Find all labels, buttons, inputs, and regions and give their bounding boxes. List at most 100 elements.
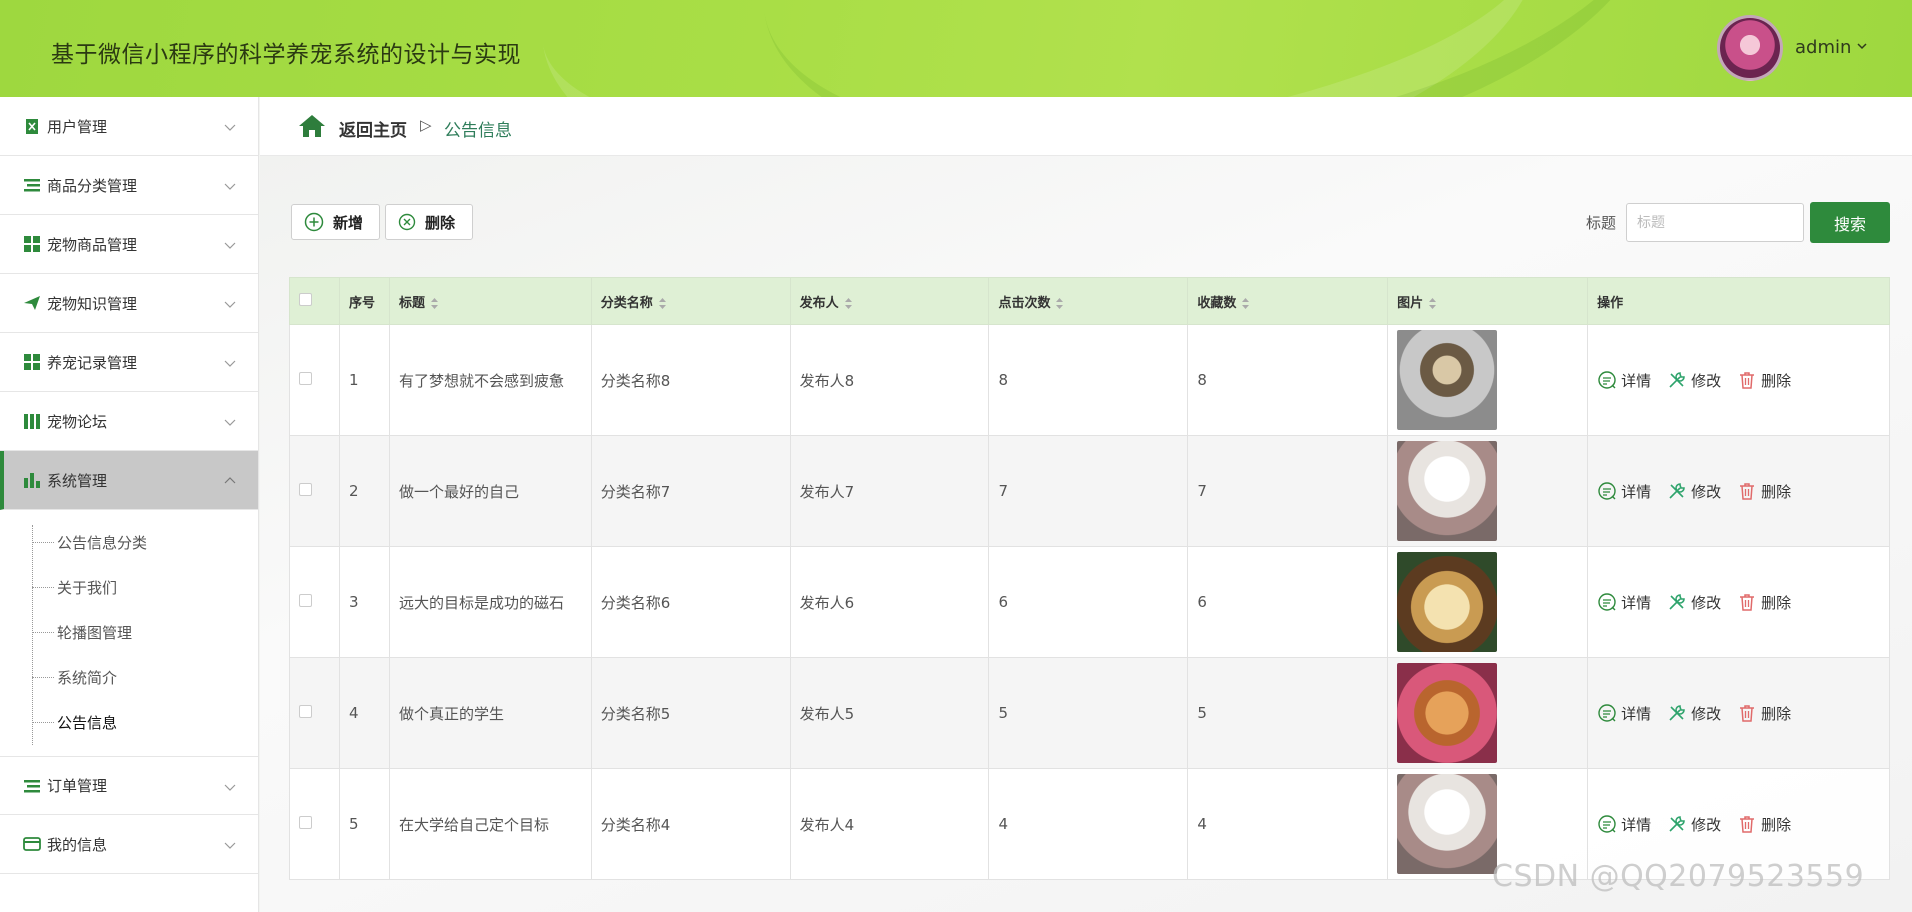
table-row[interactable]: 3 远大的目标是成功的磁石 分类名称6 发布人6 6 6 详情 修改 删除 xyxy=(289,546,1890,658)
detail-label: 详情 xyxy=(1621,593,1652,612)
row-delete-button[interactable]: 删除 xyxy=(1737,703,1791,724)
column-header-publisher[interactable]: 发布人 xyxy=(789,277,990,325)
cell-clicks: 7 xyxy=(988,435,1189,547)
sort-icon[interactable] xyxy=(430,297,438,309)
tools-icon xyxy=(1669,483,1685,499)
table-row[interactable]: 2 做一个最好的自己 分类名称7 发布人7 7 7 详情 修改 删除 xyxy=(289,435,1890,547)
table-row[interactable]: 4 做个真正的学生 分类名称5 发布人5 5 5 详情 修改 删除 xyxy=(289,657,1890,769)
chevron-down-icon xyxy=(224,183,236,190)
avatar[interactable] xyxy=(1717,15,1783,81)
row-checkbox[interactable] xyxy=(299,816,312,829)
chevron-down-icon[interactable] xyxy=(1856,40,1868,52)
sidebar-item-order-management[interactable]: 订单管理 xyxy=(0,756,258,815)
cell-title: 做个真正的学生 xyxy=(388,657,592,769)
bar-chart-icon xyxy=(24,473,40,488)
chevron-down-icon xyxy=(224,242,236,249)
sort-icon[interactable] xyxy=(1429,297,1437,309)
row-delete-button[interactable]: 删除 xyxy=(1737,814,1791,835)
edit-button[interactable]: 修改 xyxy=(1667,703,1721,724)
sidebar-item-my-info[interactable]: 我的信息 xyxy=(0,815,258,874)
detail-button[interactable]: 详情 xyxy=(1597,703,1651,724)
sort-icon[interactable] xyxy=(844,297,852,309)
breadcrumb-home-link[interactable]: 返回主页 xyxy=(339,116,407,141)
send-icon xyxy=(24,296,40,310)
pet-thumbnail[interactable] xyxy=(1397,552,1498,652)
sidebar-item-pet-knowledge[interactable]: 宠物知识管理 xyxy=(0,274,258,333)
chevron-up-icon xyxy=(224,477,236,484)
row-select-cell xyxy=(289,768,340,880)
submenu-item-about-us[interactable]: 关于我们 xyxy=(32,576,232,598)
row-delete-button[interactable]: 删除 xyxy=(1737,370,1791,391)
sidebar-item-label: 系统管理 xyxy=(47,471,108,490)
cell-no: 2 xyxy=(338,435,390,547)
search-button[interactable]: 搜索 xyxy=(1810,202,1890,243)
sidebar-item-pet-goods[interactable]: 宠物商品管理 xyxy=(0,215,258,274)
sort-icon[interactable] xyxy=(1056,297,1064,309)
sort-icon[interactable] xyxy=(658,297,666,309)
edit-button[interactable]: 修改 xyxy=(1667,370,1721,391)
cell-title: 远大的目标是成功的磁石 xyxy=(388,546,592,658)
edit-button[interactable]: 修改 xyxy=(1667,592,1721,613)
edit-button[interactable]: 修改 xyxy=(1667,814,1721,835)
pet-thumbnail[interactable] xyxy=(1397,663,1498,763)
table-row[interactable]: 1 有了梦想就不会感到疲惫 分类名称8 发布人8 8 8 详情 修改 删除 xyxy=(289,324,1890,436)
sidebar-item-pet-forum[interactable]: 宠物论坛 xyxy=(0,392,258,451)
submenu-item-system-intro[interactable]: 系统简介 xyxy=(32,666,232,688)
breadcrumb: 返回主页 ▷ 公告信息 xyxy=(260,97,1912,156)
column-header-no: 序号 xyxy=(338,277,390,325)
sidebar-item-label: 我的信息 xyxy=(47,835,108,854)
top-header: 基于微信小程序的科学养宠系统的设计与实现 admin xyxy=(0,0,1912,97)
edit-button[interactable]: 修改 xyxy=(1667,481,1721,502)
sidebar-item-category-management[interactable]: 商品分类管理 xyxy=(0,156,258,215)
row-checkbox[interactable] xyxy=(299,705,312,718)
submenu-item-carousel[interactable]: 轮播图管理 xyxy=(32,621,232,643)
cell-favorites: 6 xyxy=(1187,546,1389,658)
app-title: 基于微信小程序的科学养宠系统的设计与实现 xyxy=(51,42,521,68)
submenu-item-notice-info[interactable]: 公告信息 xyxy=(32,711,232,733)
edit-label: 修改 xyxy=(1691,371,1722,390)
add-button[interactable]: 新增 xyxy=(291,204,380,240)
column-header-favorites[interactable]: 收藏数 xyxy=(1187,277,1389,325)
detail-button[interactable]: 详情 xyxy=(1597,370,1651,391)
row-delete-button[interactable]: 删除 xyxy=(1737,592,1791,613)
select-all-checkbox[interactable] xyxy=(299,292,312,306)
search-input[interactable] xyxy=(1626,203,1804,242)
submenu-item-notice-category[interactable]: 公告信息分类 xyxy=(32,531,232,553)
pet-thumbnail[interactable] xyxy=(1397,774,1498,874)
column-header-image[interactable]: 图片 xyxy=(1387,277,1589,325)
column-header-clicks[interactable]: 点击次数 xyxy=(988,277,1189,325)
row-select-cell xyxy=(289,657,340,769)
cell-favorites: 4 xyxy=(1187,768,1389,880)
sort-icon[interactable] xyxy=(1242,297,1250,309)
sidebar-item-user-management[interactable]: 用户管理 xyxy=(0,97,258,156)
cell-category: 分类名称4 xyxy=(590,768,791,880)
cell-actions: 详情 修改 删除 xyxy=(1587,324,1890,436)
column-header-title[interactable]: 标题 xyxy=(388,277,592,325)
detail-button[interactable]: 详情 xyxy=(1597,481,1651,502)
search-label: 标题 xyxy=(1586,214,1617,232)
row-select-cell xyxy=(289,435,340,547)
delete-label: 删除 xyxy=(1761,815,1792,834)
row-checkbox[interactable] xyxy=(299,372,312,385)
pet-thumbnail[interactable] xyxy=(1397,441,1498,541)
home-icon[interactable] xyxy=(298,114,326,138)
delete-button[interactable]: 删除 xyxy=(385,204,473,240)
grid-icon xyxy=(24,236,40,252)
main-content: 返回主页 ▷ 公告信息 新增 删除 标题 搜索 序号 标题 分类名称 发布人 点… xyxy=(260,97,1912,912)
row-delete-button[interactable]: 删除 xyxy=(1737,481,1791,502)
cell-image xyxy=(1387,324,1589,436)
pet-thumbnail[interactable] xyxy=(1397,330,1498,430)
user-name[interactable]: admin xyxy=(1795,37,1851,58)
sidebar-item-system-management[interactable]: 系统管理 xyxy=(0,451,258,510)
books-icon xyxy=(24,414,40,429)
trash-icon xyxy=(1740,594,1755,611)
row-checkbox[interactable] xyxy=(299,594,312,607)
column-header-category[interactable]: 分类名称 xyxy=(590,277,791,325)
row-checkbox[interactable] xyxy=(299,483,312,496)
select-all-cell xyxy=(289,277,340,325)
sidebar-item-pet-records[interactable]: 养宠记录管理 xyxy=(0,333,258,392)
detail-button[interactable]: 详情 xyxy=(1597,814,1651,835)
detail-button[interactable]: 详情 xyxy=(1597,592,1651,613)
cell-title: 做一个最好的自己 xyxy=(388,435,592,547)
detail-icon xyxy=(1598,815,1616,833)
